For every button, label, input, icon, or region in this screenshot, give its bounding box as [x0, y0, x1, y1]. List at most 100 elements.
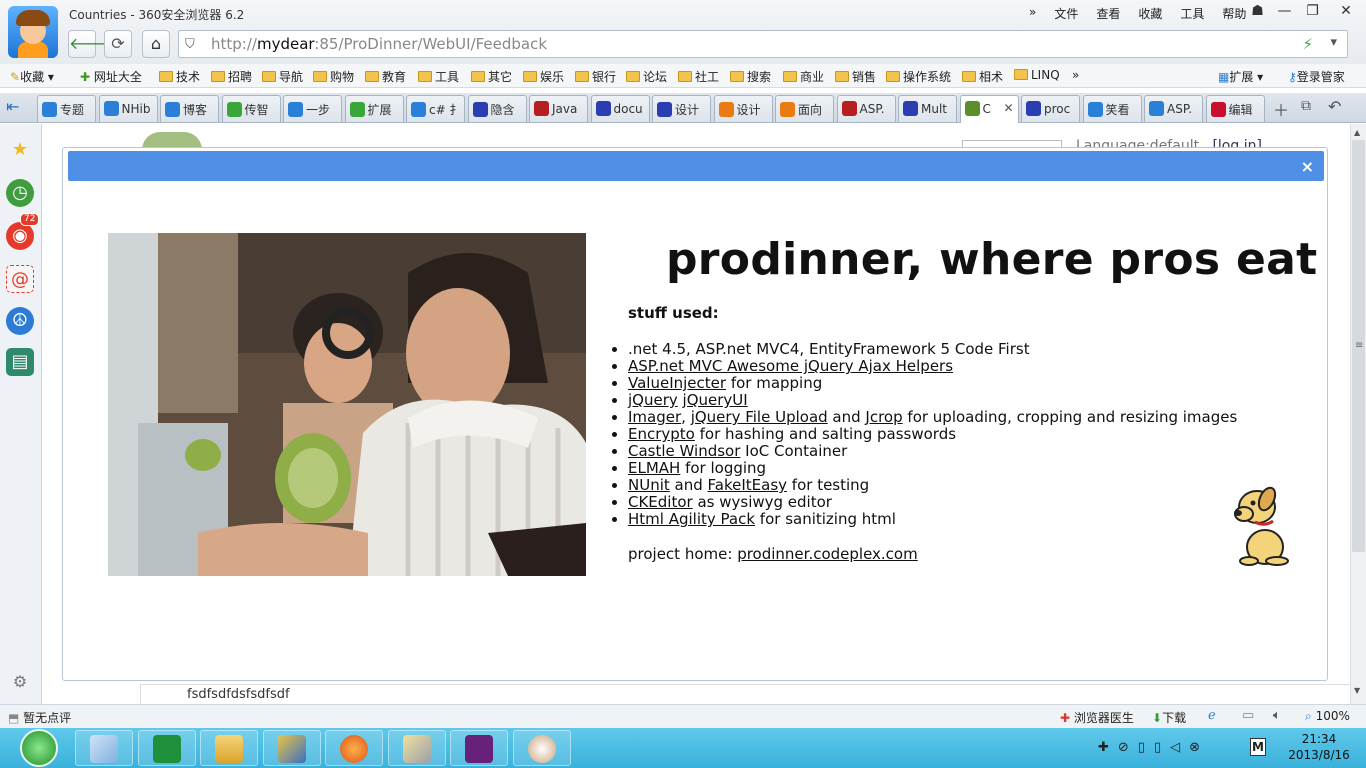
home-button[interactable]: ⌂ [142, 30, 170, 58]
taskbar-visual-studio[interactable] [450, 730, 508, 766]
lightning-icon[interactable]: ⚡ [1302, 35, 1313, 53]
scroll-down-icon[interactable]: ▼ [1354, 686, 1360, 695]
tab-5[interactable]: 扩展 [344, 95, 404, 122]
modal-close-button[interactable]: × [1301, 157, 1314, 176]
tech-link[interactable]: ASP.net MVC Awesome jQuery Ajax Helpers [628, 357, 953, 375]
tech-link[interactable]: jQuery File Upload [691, 408, 828, 426]
taskbar-paint[interactable] [513, 730, 571, 766]
fav-folder-other[interactable]: 其它 [471, 68, 512, 85]
tech-link[interactable]: jQuery [628, 391, 678, 409]
restore-button[interactable]: ❐ [1298, 0, 1327, 24]
download-button[interactable]: ⬇下载 [1152, 709, 1186, 726]
tab-1[interactable]: NHib [98, 95, 158, 122]
menu-tools[interactable]: 工具 [1171, 5, 1213, 22]
tech-link[interactable]: Imager [628, 408, 681, 426]
tab-15[interactable]: C ✕ [959, 95, 1019, 123]
tab-10[interactable]: 设计 [652, 95, 711, 122]
tech-link[interactable]: Encrypto [628, 425, 695, 443]
tech-link[interactable]: ELMAH [628, 459, 680, 477]
ime-icon[interactable]: M [1250, 738, 1266, 756]
tab-16[interactable]: proc [1021, 95, 1080, 122]
fav-folder-business[interactable]: 商业 [783, 68, 824, 85]
fav-site-nav[interactable]: ✚ 网址大全 [80, 68, 142, 85]
tech-link[interactable]: jQueryUI [683, 391, 748, 409]
video-icon[interactable]: ▤ [6, 348, 34, 376]
taskbar-vs-green[interactable] [138, 730, 196, 766]
fav-folder-nav[interactable]: 导航 [262, 68, 303, 85]
window-icon[interactable]: ▭ [1242, 708, 1254, 723]
tech-link[interactable]: Html Agility Pack [628, 510, 755, 528]
menu-view[interactable]: 查看 [1087, 5, 1129, 22]
fav-folder-tools[interactable]: 工具 [418, 68, 459, 85]
system-tray-icons[interactable]: ✚⊘▯▯◁⊗ [1098, 740, 1209, 755]
mail-icon[interactable]: @ [6, 265, 34, 293]
fav-folder-entertainment[interactable]: 娱乐 [523, 68, 564, 85]
speaker-icon[interactable]: 🔈︎ [1273, 708, 1281, 723]
sidebar-toggle-icon[interactable]: ⇤ [6, 97, 19, 116]
fav-folder-tech[interactable]: 技术 [159, 68, 200, 85]
back-button[interactable]: 🡐 [68, 30, 112, 58]
chevron-down-icon[interactable]: ▾ [1330, 35, 1337, 50]
tab-18[interactable]: ASP. [1144, 95, 1203, 122]
fav-folder-forum[interactable]: 论坛 [626, 68, 667, 85]
tab-4[interactable]: 一步 [283, 95, 342, 122]
url-input[interactable]: ⛉ http://mydear:85/ProDinner/WebUI/Feedb… [178, 30, 1348, 58]
taskbar-installer[interactable] [263, 730, 321, 766]
fav-folder-education[interactable]: 教育 [365, 68, 406, 85]
tech-link[interactable]: NUnit [628, 476, 670, 494]
zoom-control[interactable]: ⌕ 100% [1305, 709, 1350, 724]
clock-icon[interactable]: ◷ [6, 179, 34, 207]
menu-favorites[interactable]: 收藏 [1129, 5, 1171, 22]
ie-mode-icon[interactable]: ℯ [1208, 708, 1216, 723]
extend-button[interactable]: ▦扩展 ▾ [1218, 68, 1263, 85]
status-left[interactable]: ⬒ 暂无点评 [8, 709, 71, 726]
tech-link[interactable]: FakeItEasy [708, 476, 788, 494]
tab-14[interactable]: Mult [898, 95, 957, 122]
weibo-icon[interactable]: ◉ 72 [6, 213, 40, 250]
tech-link[interactable]: Jcrop [865, 408, 902, 426]
tab-9[interactable]: docu [590, 95, 650, 122]
refresh-button[interactable]: ⟳ [104, 30, 132, 58]
tab-12[interactable]: 面向 [775, 95, 834, 122]
fav-folder-social[interactable]: 社工 [678, 68, 719, 85]
page-scrollbar[interactable]: ▲ ≡ ▼ [1350, 124, 1366, 704]
tab-7[interactable]: 隐含 [467, 95, 527, 122]
taskbar-notepad[interactable] [75, 730, 133, 766]
menu-more[interactable]: » [1020, 5, 1045, 22]
undo-close-icon[interactable]: ↶ [1328, 97, 1341, 116]
star-icon[interactable]: ★ [6, 136, 34, 164]
taskbar-firefox[interactable] [325, 730, 383, 766]
fav-folder-bank[interactable]: 银行 [575, 68, 616, 85]
close-window-button[interactable]: ✕ [1328, 0, 1364, 24]
new-tab-button[interactable]: ＋ [1273, 97, 1289, 121]
tab-0[interactable]: 专题 [37, 95, 96, 122]
fav-folder-search[interactable]: 搜索 [730, 68, 771, 85]
favorites-button[interactable]: ✎收藏 ▾ [10, 68, 54, 85]
tab-19[interactable]: 编辑 [1205, 95, 1265, 122]
tab-6[interactable]: c# 扌 [406, 95, 465, 122]
tech-link[interactable]: ValueInjecter [628, 374, 726, 392]
app-icon[interactable]: ☮ [6, 307, 34, 335]
fav-more[interactable]: » [1072, 68, 1079, 82]
close-tab-icon[interactable]: ✕ [1003, 101, 1013, 115]
tab-2[interactable]: 博客 [160, 95, 219, 122]
menu-file[interactable]: 文件 [1045, 5, 1087, 22]
system-clock[interactable]: 21:34 2013/8/16 [1283, 731, 1355, 763]
tab-3[interactable]: 传智 [221, 95, 281, 122]
tab-17[interactable]: 笑看 [1082, 95, 1142, 122]
skin-icon[interactable]: ☗ [1243, 0, 1272, 24]
fav-folder-jobs[interactable]: 招聘 [211, 68, 252, 85]
project-home-link[interactable]: prodinner.codeplex.com [737, 545, 918, 563]
fav-folder-physiognomy[interactable]: 相术 [962, 68, 1003, 85]
fav-folder-linq[interactable]: LINQ [1014, 68, 1060, 82]
tab-11[interactable]: 设计 [713, 95, 773, 122]
fav-folder-os[interactable]: 操作系统 [886, 68, 951, 85]
tab-list-icon[interactable]: ⧉ [1301, 98, 1311, 114]
tab-8[interactable]: Java [529, 95, 588, 122]
start-button[interactable] [20, 729, 58, 767]
tab-13[interactable]: ASP. [836, 95, 896, 122]
minimize-button[interactable]: — [1270, 0, 1299, 24]
login-manager-button[interactable]: ⚷登录管家 [1288, 68, 1345, 85]
gear-icon[interactable]: ⚙ [6, 668, 34, 696]
fav-folder-sales[interactable]: 销售 [835, 68, 876, 85]
